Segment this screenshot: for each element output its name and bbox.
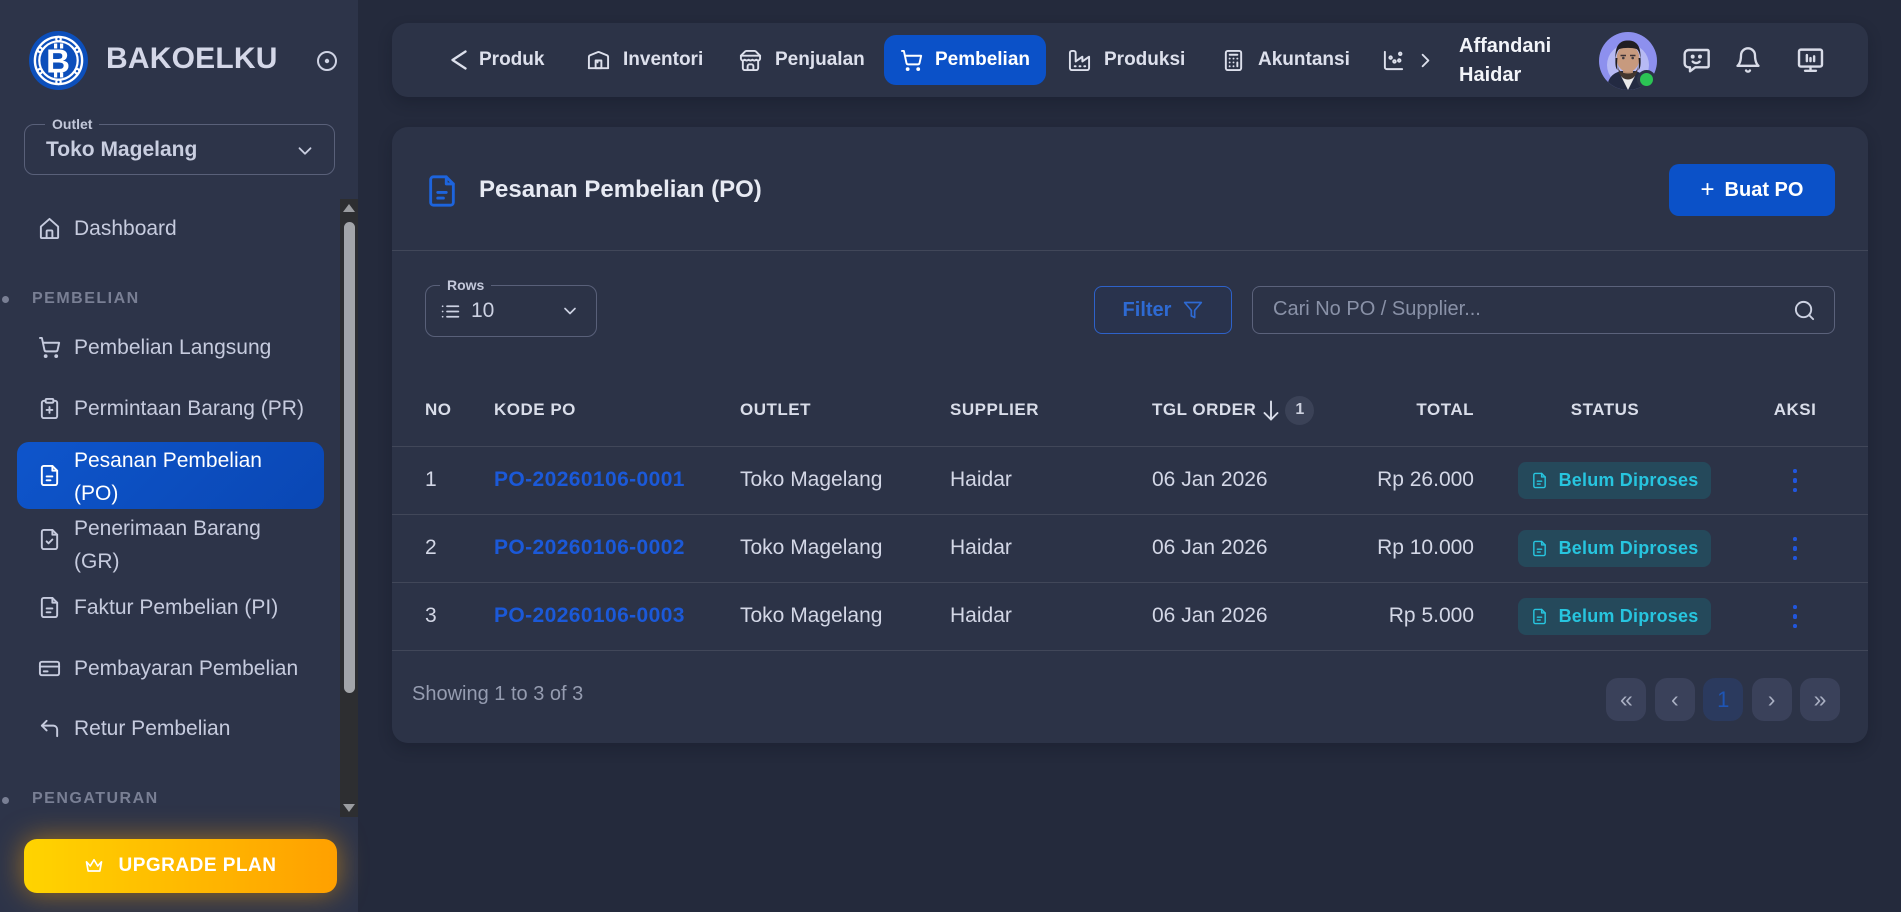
svg-text:B: B <box>46 43 70 80</box>
